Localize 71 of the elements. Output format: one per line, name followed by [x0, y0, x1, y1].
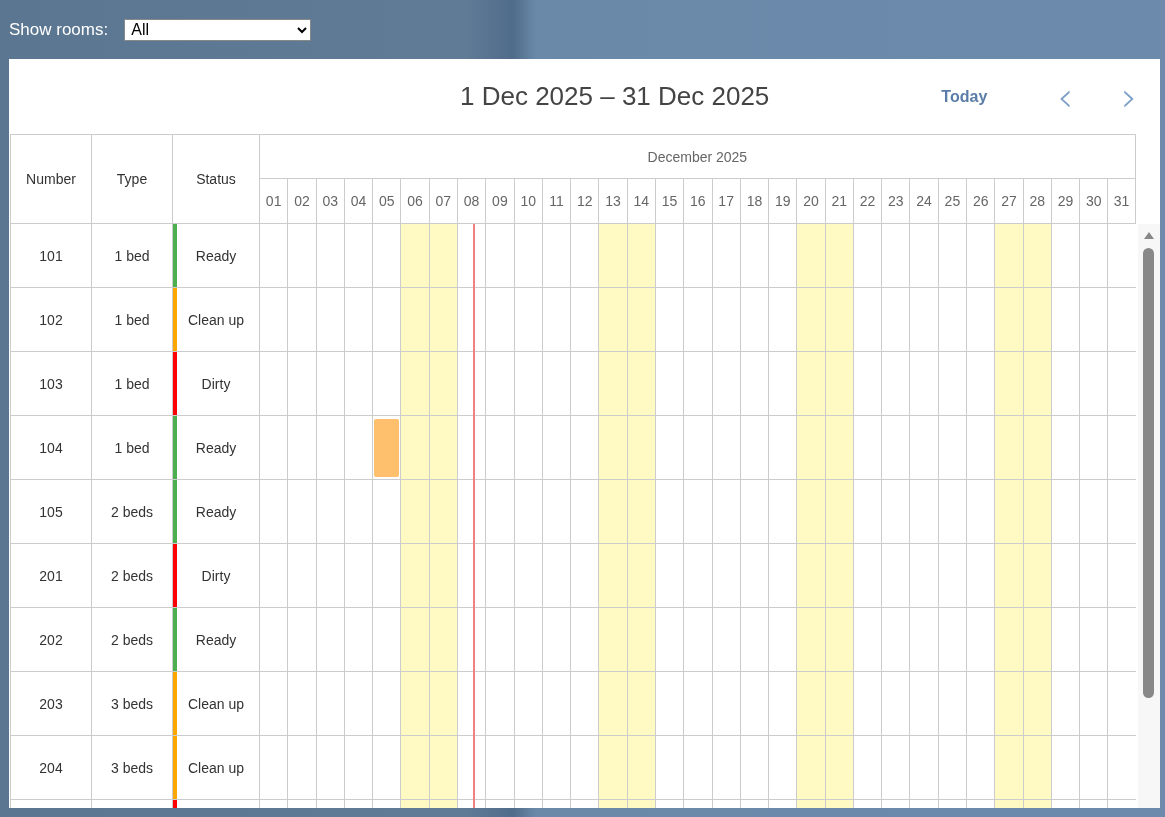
- room-type: 3 beds: [110, 695, 153, 712]
- room-type: 2 beds: [110, 503, 153, 520]
- room-status: Clean up: [187, 311, 244, 328]
- room-status: Dirty: [201, 375, 231, 392]
- day-header: 16: [690, 193, 706, 209]
- month-header: December 2025: [647, 148, 748, 165]
- room-number: 103: [39, 375, 63, 392]
- day-header: 03: [322, 193, 338, 209]
- room-type: 1 bed: [114, 439, 150, 456]
- day-header: 21: [831, 193, 848, 209]
- day-header: 25: [944, 193, 961, 209]
- day-header: 04: [350, 193, 367, 209]
- room-number: 105: [39, 503, 63, 520]
- day-header: 13: [605, 193, 621, 209]
- room-status: Clean up: [187, 695, 244, 712]
- room-number: 102: [39, 311, 63, 328]
- day-header: 08: [463, 193, 480, 209]
- day-header: 30: [1086, 193, 1102, 209]
- day-header: 31: [1113, 193, 1130, 209]
- room-status: Ready: [195, 439, 237, 456]
- day-header: 06: [407, 193, 423, 209]
- day-header: 05: [378, 193, 395, 209]
- room-type: 2 beds: [110, 631, 153, 648]
- room-number: 101: [39, 247, 63, 264]
- day-header: 26: [972, 193, 989, 209]
- room-type: 1 bed: [114, 311, 150, 328]
- day-header: 22: [859, 193, 876, 209]
- room-type: 2 beds: [110, 567, 153, 584]
- room-number: 203: [39, 695, 63, 712]
- room-type: 1 bed: [114, 375, 150, 392]
- rooms-select[interactable]: All: [124, 18, 312, 41]
- previous-button[interactable]: ‹: [1053, 81, 1078, 112]
- day-header: 23: [888, 193, 904, 209]
- day-header: 20: [803, 193, 819, 209]
- room-type: 3 beds: [110, 759, 153, 776]
- room-status: Ready: [195, 631, 237, 648]
- room-status: Ready: [195, 503, 237, 520]
- column-header: Type: [116, 171, 148, 187]
- room-type: 1 bed: [114, 247, 150, 264]
- day-header: 28: [1029, 193, 1045, 209]
- day-header: 14: [633, 193, 650, 209]
- column-header: Status: [196, 171, 236, 187]
- next-button[interactable]: ›: [1117, 81, 1142, 112]
- room-number: 201: [39, 567, 63, 584]
- day-header: 02: [294, 193, 310, 209]
- room-status: Clean up: [187, 759, 244, 776]
- scrollbar[interactable]: [1138, 224, 1160, 808]
- day-header: 18: [746, 193, 763, 209]
- room-status: Dirty: [201, 567, 231, 584]
- day-header: 09: [492, 193, 508, 209]
- room-status: Ready: [195, 247, 237, 264]
- day-header: 17: [718, 193, 734, 209]
- scrollbar-thumb[interactable]: [1143, 248, 1154, 698]
- day-header: 10: [520, 193, 536, 209]
- day-header: 24: [916, 193, 932, 209]
- day-header: 27: [1001, 193, 1017, 209]
- scroll-up-icon[interactable]: [1144, 232, 1154, 239]
- today-button[interactable]: Today: [939, 85, 990, 108]
- room-number: 202: [39, 631, 63, 648]
- room-number: 104: [39, 439, 63, 456]
- day-header: 12: [576, 193, 593, 209]
- show-rooms-label: Show rooms:: [9, 19, 109, 40]
- day-header: 01: [265, 193, 282, 209]
- column-header: Number: [26, 171, 76, 187]
- day-header: 15: [661, 193, 678, 209]
- room-number: 204: [39, 759, 63, 776]
- day-header: 19: [774, 193, 791, 209]
- day-header: 11: [549, 193, 564, 209]
- day-header: 07: [435, 193, 452, 209]
- day-header: 29: [1057, 193, 1074, 209]
- date-range-title: 1 Dec 2025 – 31 Dec 2025: [460, 81, 770, 112]
